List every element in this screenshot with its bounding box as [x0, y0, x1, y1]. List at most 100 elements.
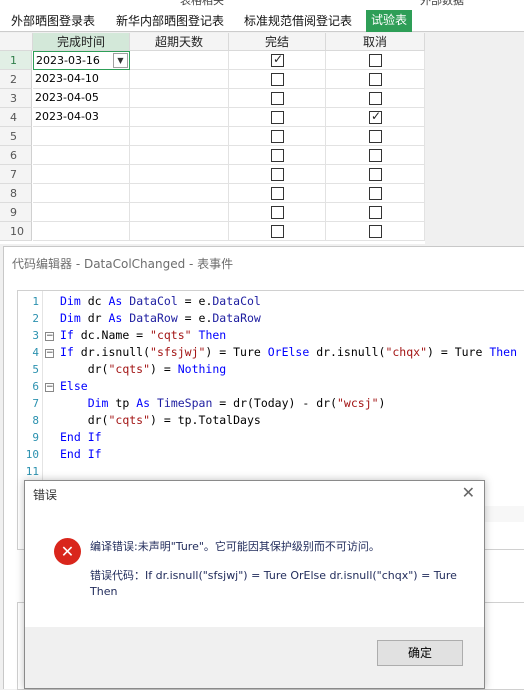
cancel-checkbox[interactable]: [369, 73, 382, 86]
chevron-down-icon[interactable]: ▼: [113, 53, 128, 68]
cancel-checkbox[interactable]: [369, 187, 382, 200]
cell-overdue-days[interactable]: [130, 203, 229, 222]
cell-completion-time[interactable]: 2023-04-03: [33, 108, 130, 127]
code-line: If dc.Name = "cqts" Then: [60, 328, 227, 342]
code-line: Dim dr As DataRow = e.DataRow: [60, 311, 261, 325]
line-number: 11: [25, 465, 39, 478]
tab-standard-borrow[interactable]: 标准规范借阅登记表: [239, 11, 357, 32]
line-number: 6: [32, 380, 39, 393]
done-checkbox[interactable]: [271, 168, 284, 181]
done-checkbox[interactable]: ✓: [271, 52, 284, 67]
code-line: Dim dc As DataCol = e.DataCol: [60, 294, 261, 308]
table-tabs: 外部晒图登录表 新华内部晒图登记表 标准规范借阅登记表 试验表: [0, 8, 524, 32]
fold-toggle-icon[interactable]: −: [45, 332, 54, 341]
ribbon-group-label: 表格相关: [180, 0, 224, 7]
row-number[interactable]: 5: [0, 127, 32, 146]
cancel-checkbox[interactable]: [369, 54, 382, 67]
checkmark-icon: ✓: [273, 52, 284, 66]
row-number[interactable]: 10: [0, 222, 32, 241]
cell-completion-time[interactable]: 2023-03-16 ▼: [33, 51, 130, 70]
fold-toggle-icon[interactable]: −: [45, 383, 54, 392]
row-number[interactable]: 2: [0, 70, 32, 89]
code-line: dr("cqts") = Nothing: [60, 362, 227, 376]
row-number[interactable]: 1: [0, 51, 32, 70]
ok-button[interactable]: 确定: [377, 640, 463, 666]
cell-completion-time[interactable]: [33, 203, 130, 222]
data-grid: 完成时间 超期天数 完结 取消 1 2023-03-16 ▼ ✓ 2 2023-04-10…: [0, 33, 425, 244]
cell-value: 2023-04-05: [35, 91, 99, 104]
row-number[interactable]: 7: [0, 165, 32, 184]
cell-overdue-days[interactable]: [130, 127, 229, 146]
ribbon-group-label: 外部数据: [420, 0, 464, 7]
row-number[interactable]: 3: [0, 89, 32, 108]
tab-external-print[interactable]: 外部晒图登录表: [6, 11, 100, 32]
cell-overdue-days[interactable]: [130, 222, 229, 241]
cell-completion-time[interactable]: 2023-04-05: [33, 89, 130, 108]
line-number: 8: [32, 414, 39, 427]
done-checkbox[interactable]: [271, 92, 284, 105]
dialog-footer: 确定: [25, 627, 484, 688]
code-line: End If: [60, 430, 102, 444]
cancel-checkbox[interactable]: [369, 130, 382, 143]
line-number: 2: [32, 312, 39, 325]
dialog-title: 错误: [33, 488, 58, 502]
done-checkbox[interactable]: [271, 206, 284, 219]
cancel-checkbox[interactable]: [369, 225, 382, 238]
row-number[interactable]: 6: [0, 146, 32, 165]
close-icon[interactable]: ✕: [462, 483, 475, 502]
ribbon-strip: 表格相关 外部数据: [0, 0, 524, 8]
cell-completion-time[interactable]: [33, 146, 130, 165]
row-number[interactable]: 4: [0, 108, 32, 127]
cancel-checkbox[interactable]: [369, 92, 382, 105]
line-number: 1: [32, 295, 39, 308]
cancel-checkbox[interactable]: [369, 206, 382, 219]
line-number: 3: [32, 329, 39, 342]
cell-overdue-days[interactable]: [130, 51, 229, 70]
cell-completion-time[interactable]: 2023-04-10: [33, 70, 130, 89]
done-checkbox[interactable]: [271, 225, 284, 238]
cancel-checkbox[interactable]: [369, 168, 382, 181]
tab-test-table[interactable]: 试验表: [366, 10, 413, 32]
code-line: End If: [60, 447, 102, 461]
code-line: If dr.isnull("sfsjwj") = Ture OrElse dr.…: [60, 345, 518, 359]
done-checkbox[interactable]: [271, 187, 284, 200]
cancel-checkbox[interactable]: ✓: [369, 109, 382, 124]
done-checkbox[interactable]: [271, 111, 284, 124]
error-icon: ✕: [54, 538, 81, 565]
cell-completion-time[interactable]: [33, 222, 130, 241]
cell-value: 2023-04-10: [35, 72, 99, 85]
tab-xinhua-print[interactable]: 新华内部晒图登记表: [111, 11, 229, 32]
fold-toggle-icon[interactable]: −: [45, 349, 54, 358]
error-message: 编译错误:未声明"Ture"。它可能因其保护级别而不可访问。: [90, 540, 380, 553]
cell-overdue-days[interactable]: [130, 184, 229, 203]
line-number: 7: [32, 397, 39, 410]
cell-completion-time[interactable]: [33, 184, 130, 203]
code-line: Else: [60, 379, 88, 393]
row-number[interactable]: 9: [0, 203, 32, 222]
done-checkbox[interactable]: [271, 149, 284, 162]
column-header-done[interactable]: 完结: [229, 33, 326, 51]
cell-completion-time[interactable]: [33, 165, 130, 184]
line-number: 10: [25, 448, 39, 461]
cell-overdue-days[interactable]: [130, 146, 229, 165]
column-header-cancel[interactable]: 取消: [326, 33, 425, 51]
cell-overdue-days[interactable]: [130, 165, 229, 184]
cell-overdue-days[interactable]: [130, 70, 229, 89]
column-header-completion-time[interactable]: 完成时间: [33, 33, 130, 51]
editor-title: 代码编辑器 - DataColChanged - 表事件: [12, 257, 234, 271]
line-number: 9: [32, 431, 39, 444]
done-checkbox[interactable]: [271, 130, 284, 143]
grid-corner[interactable]: [0, 33, 33, 51]
cell-overdue-days[interactable]: [130, 89, 229, 108]
line-number: 4: [32, 346, 39, 359]
cancel-checkbox[interactable]: [369, 149, 382, 162]
line-number: 5: [32, 363, 39, 376]
checkmark-icon: ✓: [371, 109, 382, 123]
error-detail: 错误代码：If dr.isnull("sfsjwj") = Ture OrEls…: [90, 569, 457, 598]
done-checkbox[interactable]: [271, 73, 284, 86]
cell-overdue-days[interactable]: [130, 108, 229, 127]
column-header-overdue-days[interactable]: 超期天数: [130, 33, 229, 51]
cell-completion-time[interactable]: [33, 127, 130, 146]
error-dialog: 错误 ✕ ✕ 编译错误:未声明"Ture"。它可能因其保护级别而不可访问。 错误…: [24, 480, 485, 689]
row-number[interactable]: 8: [0, 184, 32, 203]
